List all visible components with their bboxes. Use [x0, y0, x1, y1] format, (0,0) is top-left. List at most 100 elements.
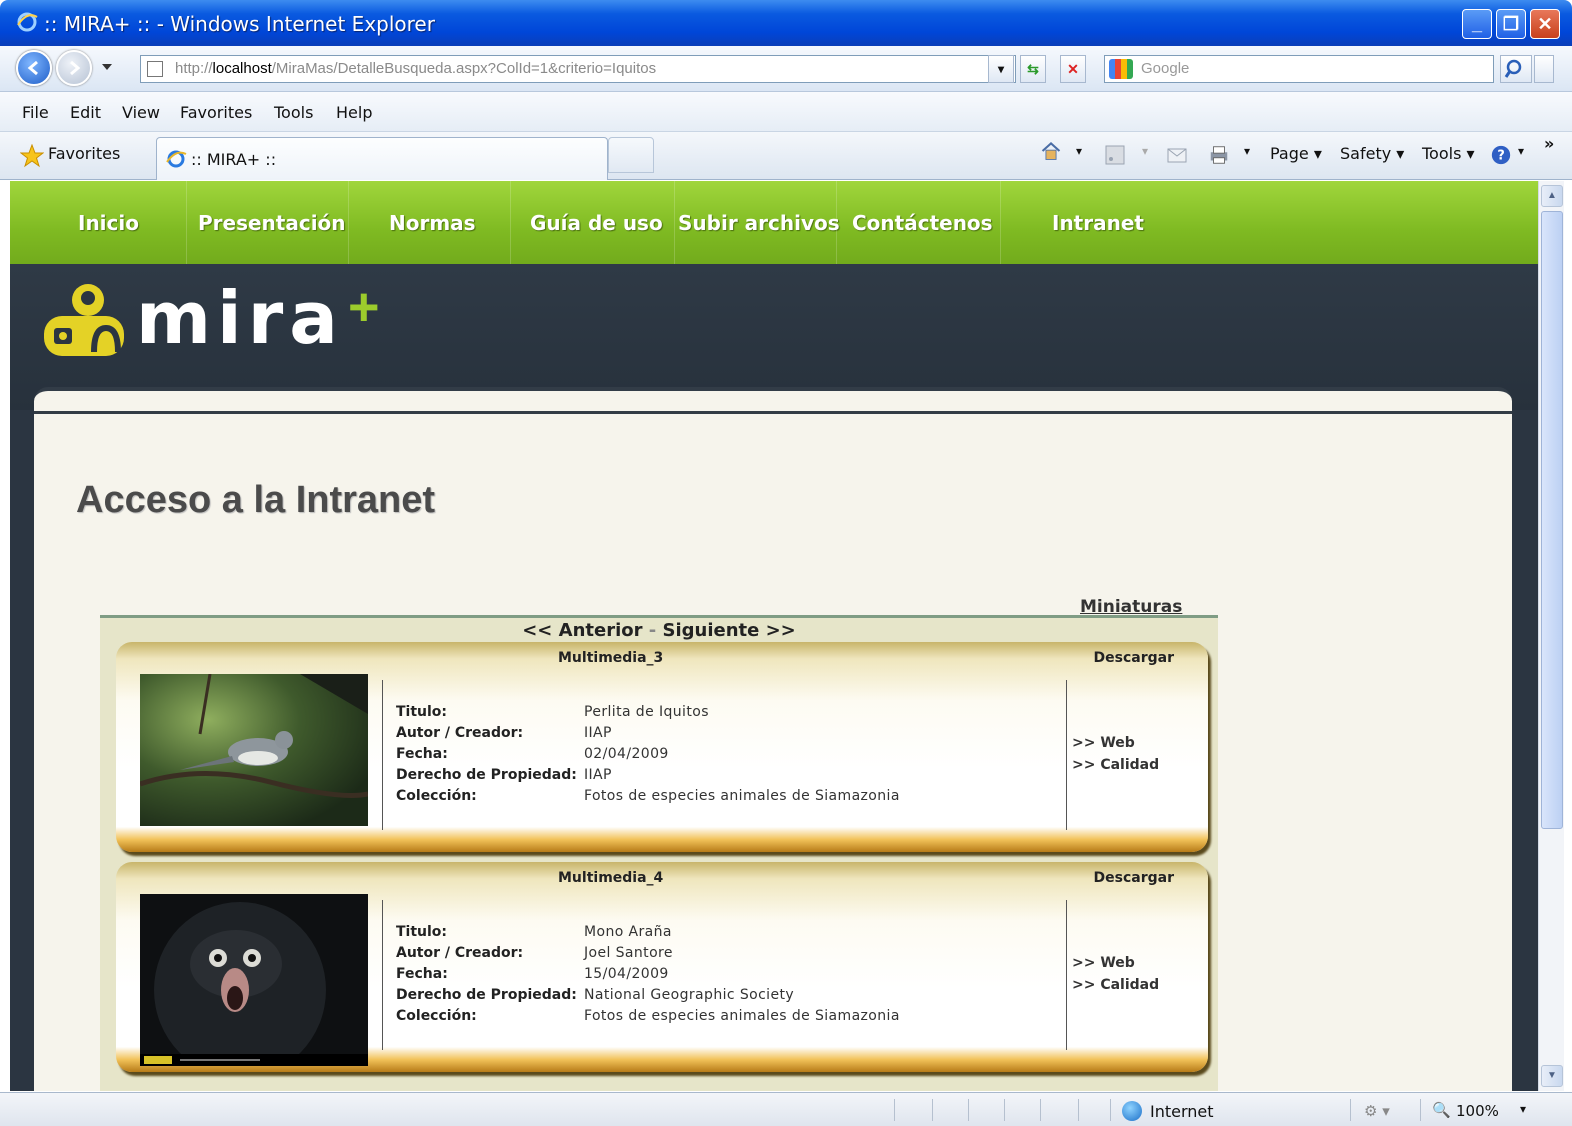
- home-icon[interactable]: [1040, 140, 1062, 162]
- fecha-value: 15/04/2009: [584, 966, 669, 982]
- print-icon[interactable]: [1208, 144, 1230, 166]
- nav-contactenos[interactable]: Contáctenos: [852, 211, 993, 235]
- menu-bar: File Edit View Favorites Tools Help: [0, 92, 1572, 132]
- more-commands-icon[interactable]: »: [1544, 134, 1554, 153]
- nav-presentacion[interactable]: Presentación: [198, 211, 346, 235]
- page-menu[interactable]: Page ▾: [1270, 144, 1322, 163]
- coleccion-value: Fotos de especies animales de Siamazonia: [584, 1008, 900, 1024]
- scroll-down-icon[interactable]: ▼: [1541, 1065, 1563, 1087]
- search-options-button[interactable]: [1534, 55, 1554, 83]
- pager-next-link[interactable]: Siguiente >>: [663, 620, 796, 641]
- page-icon: [147, 61, 163, 77]
- meta-row: Autor / Creador: IIAP: [396, 723, 1056, 744]
- address-input[interactable]: http://localhost/MiraMas/DetalleBusqueda…: [140, 55, 1016, 83]
- menu-view[interactable]: View: [122, 103, 160, 122]
- feeds-dropdown-icon[interactable]: ▾: [1142, 144, 1148, 158]
- pager-prev-link[interactable]: << Anterior: [522, 620, 642, 641]
- meta-row: Titulo: Perlita de Iquitos: [396, 702, 1056, 723]
- favorites-star-icon: [20, 144, 44, 168]
- status-divider: [1110, 1099, 1111, 1121]
- scroll-thumb[interactable]: [1541, 211, 1563, 829]
- nav-normas[interactable]: Normas: [389, 211, 476, 235]
- search-button[interactable]: [1500, 55, 1532, 83]
- fecha-label: Fecha:: [396, 966, 448, 982]
- derecho-value: National Geographic Society: [584, 987, 795, 1003]
- tools-menu[interactable]: Tools ▾: [1422, 144, 1475, 163]
- autor-value: Joel Santore: [584, 945, 673, 961]
- feeds-icon[interactable]: [1104, 144, 1126, 166]
- calidad-link[interactable]: >> Calidad: [1072, 754, 1159, 776]
- refresh-button[interactable]: ⇆: [1020, 55, 1046, 83]
- nav-divider: [836, 181, 837, 264]
- result-card: Multimedia_4 Descargar Titulo: Mono Arañ…: [116, 862, 1208, 1072]
- url-host: localhost: [212, 60, 272, 77]
- coleccion-label: Colección:: [396, 1008, 477, 1024]
- results-list: << Anterior - Siguiente >> Multimedia_3 …: [100, 615, 1218, 1091]
- tab-mira[interactable]: :: MIRA+ ::: [156, 137, 608, 180]
- google-logo-icon: [1109, 59, 1133, 79]
- zoom-level[interactable]: 100%: [1456, 1102, 1499, 1120]
- menu-tools[interactable]: Tools: [274, 103, 313, 122]
- mail-icon[interactable]: [1166, 144, 1188, 166]
- favorites-bar: Favorites :: MIRA+ :: ▾ ▾ ▾ Page ▾ Safet…: [0, 132, 1572, 180]
- favorites-button[interactable]: Favorites: [48, 144, 120, 163]
- new-tab-button[interactable]: [608, 137, 654, 173]
- menu-favorites[interactable]: Favorites: [180, 103, 252, 122]
- menu-file[interactable]: File: [22, 103, 49, 122]
- meta-row: Autor / Creador: Joel Santore: [396, 943, 1056, 964]
- minimize-button[interactable]: _: [1462, 9, 1492, 39]
- item-metadata: Titulo: Perlita de Iquitos Autor / Creado…: [396, 702, 1056, 807]
- nav-intranet[interactable]: Intranet: [1052, 211, 1144, 235]
- meta-row: Titulo: Mono Araña: [396, 922, 1056, 943]
- forward-button[interactable]: [56, 50, 92, 86]
- safety-menu[interactable]: Safety ▾: [1340, 144, 1404, 163]
- back-button[interactable]: [16, 50, 52, 86]
- meta-row: Fecha: 15/04/2009: [396, 964, 1056, 985]
- status-divider: [1420, 1099, 1421, 1121]
- history-dropdown-icon[interactable]: [102, 64, 112, 70]
- scroll-up-icon[interactable]: ▲: [1541, 185, 1563, 207]
- menu-edit[interactable]: Edit: [70, 103, 101, 122]
- help-icon[interactable]: ?: [1490, 144, 1512, 166]
- status-divider: [932, 1099, 933, 1121]
- restore-button[interactable]: ❐: [1496, 9, 1526, 39]
- miniaturas-link[interactable]: Miniaturas: [1080, 597, 1182, 617]
- coleccion-value: Fotos de especies animales de Siamazonia: [584, 788, 900, 804]
- ie-tab-icon: [166, 150, 187, 168]
- bird-photo-thumbnail[interactable]: [140, 674, 368, 826]
- pager: << Anterior - Siguiente >>: [100, 620, 1218, 641]
- fecha-label: Fecha:: [396, 746, 448, 762]
- help-dropdown-icon[interactable]: ▾: [1518, 144, 1524, 158]
- nav-subir-archivos[interactable]: Subir archivos: [678, 211, 840, 235]
- calidad-link[interactable]: >> Calidad: [1072, 974, 1159, 996]
- vertical-scrollbar[interactable]: ▲ ▼: [1538, 181, 1564, 1091]
- status-divider: [1078, 1099, 1079, 1121]
- titulo-label: Titulo:: [396, 924, 448, 940]
- web-link[interactable]: >> Web: [1072, 952, 1159, 974]
- search-input[interactable]: Google: [1104, 55, 1494, 83]
- download-link[interactable]: Descargar: [1094, 650, 1174, 666]
- zoom-dropdown-icon[interactable]: ▾: [1520, 1102, 1526, 1116]
- home-dropdown-icon[interactable]: ▾: [1076, 144, 1082, 158]
- web-link[interactable]: >> Web: [1072, 732, 1159, 754]
- nav-inicio[interactable]: Inicio: [78, 211, 139, 235]
- security-zone[interactable]: Internet: [1150, 1102, 1214, 1121]
- meta-row: Fecha: 02/04/2009: [396, 744, 1056, 765]
- pager-separator: -: [642, 620, 663, 641]
- monkey-photo-thumbnail[interactable]: [140, 894, 368, 1066]
- mira-mascot-logo-icon[interactable]: [42, 278, 130, 364]
- stop-button[interactable]: ✕: [1060, 55, 1086, 83]
- card-divider: [382, 680, 383, 830]
- menu-help[interactable]: Help: [336, 103, 372, 122]
- address-dropdown-button[interactable]: ▾: [988, 55, 1014, 83]
- card-divider: [382, 900, 383, 1050]
- titulo-value: Mono Araña: [584, 924, 672, 940]
- nav-guia-de-uso[interactable]: Guía de uso: [530, 211, 663, 235]
- window-titlebar: :: MIRA+ :: - Windows Internet Explorer …: [0, 0, 1572, 46]
- item-name: Multimedia_4: [558, 870, 664, 886]
- protected-mode-icon[interactable]: ⚙ ▾: [1364, 1102, 1390, 1120]
- close-button[interactable]: ✕: [1530, 9, 1560, 39]
- print-dropdown-icon[interactable]: ▾: [1244, 144, 1250, 158]
- autor-label: Autor / Creador:: [396, 725, 524, 741]
- download-link[interactable]: Descargar: [1094, 870, 1174, 886]
